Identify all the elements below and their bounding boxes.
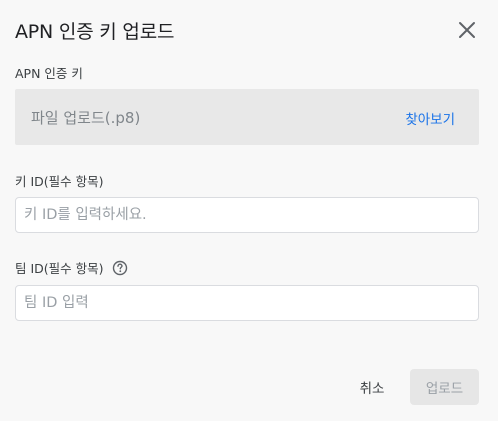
team-id-label-text: 팀 ID(필수 항목): [15, 261, 104, 276]
browse-button[interactable]: 찾아보기: [405, 108, 455, 128]
file-upload-placeholder: 파일 업로드(.p8): [31, 109, 141, 127]
apn-key-label: APN 인증 키: [15, 63, 83, 82]
help-circle-icon[interactable]: [112, 260, 128, 276]
key-id-input[interactable]: [15, 197, 479, 233]
key-id-label-text: 키 ID(필수 항목): [15, 174, 104, 189]
dialog-title: APN 인증 키 업로드: [15, 21, 175, 43]
apn-key-label-text: APN 인증 키: [15, 66, 83, 81]
team-id-input[interactable]: [15, 285, 479, 321]
upload-button[interactable]: 업로드: [410, 369, 479, 405]
upload-apn-key-dialog: APN 인증 키 업로드 APN 인증 키 파일 업로드(.p8) 찾아보기 키…: [0, 0, 498, 421]
cancel-button[interactable]: 취소: [349, 369, 395, 405]
file-upload-area[interactable]: 파일 업로드(.p8) 찾아보기: [15, 89, 479, 145]
close-button[interactable]: [454, 17, 480, 43]
close-icon: [459, 22, 475, 38]
key-id-label: 키 ID(필수 항목): [15, 171, 104, 190]
team-id-label: 팀 ID(필수 항목): [15, 258, 128, 277]
